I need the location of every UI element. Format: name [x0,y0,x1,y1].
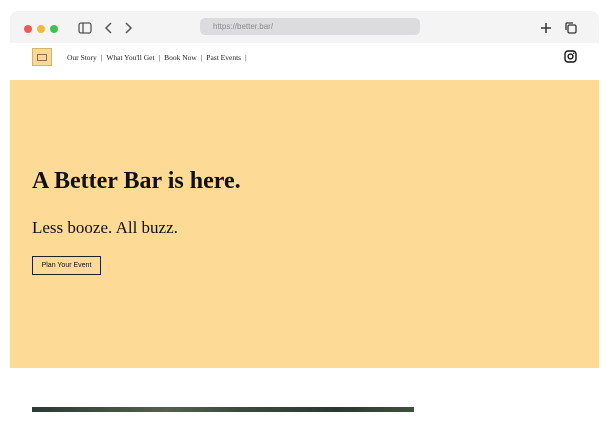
nav-separator: | [245,53,247,62]
nav-item-book-now[interactable]: Book Now [164,53,197,62]
plan-your-event-button[interactable]: Plan Your Event [32,256,101,275]
nav-separator: | [200,53,203,62]
nav-separator: | [100,53,103,62]
back-icon[interactable] [100,19,118,37]
hero-subtitle: Less booze. All buzz. [32,218,178,237]
new-tab-icon[interactable] [537,19,555,37]
tabs-icon[interactable] [562,19,580,37]
minimize-window-button[interactable] [37,25,45,33]
forward-icon[interactable] [119,19,137,37]
site-header: Our Story | What You'll Get | Book Now |… [10,43,599,80]
maximize-window-button[interactable] [50,25,58,33]
nav-item-what-youll-get[interactable]: What You'll Get [106,53,154,62]
site-logo[interactable] [32,48,52,66]
nav-separator: | [158,53,161,62]
nav-item-past-events[interactable]: Past Events [206,53,241,62]
main-nav: Our Story | What You'll Get | Book Now |… [67,53,247,62]
hero-image-preview [32,407,414,412]
sidebar-icon[interactable] [76,19,94,37]
url-bar[interactable]: https://better.bar/ [200,18,420,35]
hero-section: A Better Bar is here. Less booze. All bu… [10,80,599,368]
close-window-button[interactable] [24,25,32,33]
logo-mark [37,54,47,61]
hero-title: A Better Bar is here. [32,168,241,194]
browser-toolbar: https://better.bar/ [10,11,599,43]
nav-item-our-story[interactable]: Our Story [67,53,97,62]
instagram-icon[interactable] [564,50,577,63]
